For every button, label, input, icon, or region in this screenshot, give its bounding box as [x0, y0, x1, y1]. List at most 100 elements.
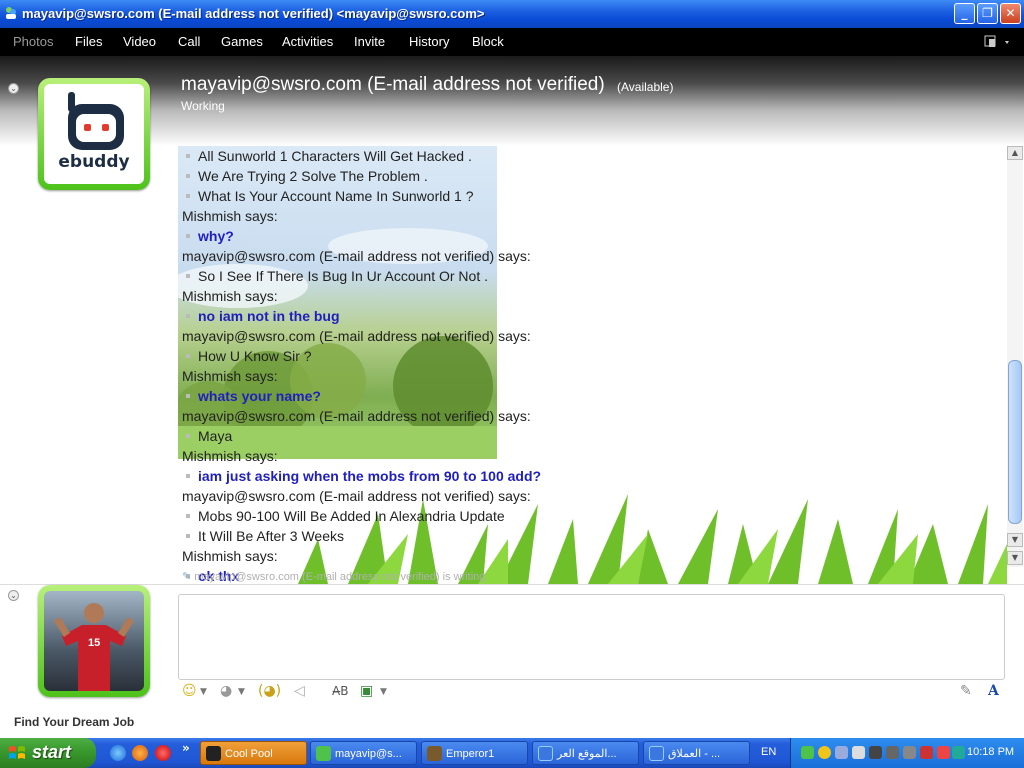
message-textarea[interactable]: [179, 595, 1004, 679]
bullet-icon: [186, 533, 190, 538]
messenger-tray-icon[interactable]: [801, 746, 814, 759]
ie-quicklaunch-icon[interactable]: [110, 745, 126, 761]
menu-options-icon[interactable]: [984, 34, 1014, 50]
sender-line: mayavip@swsro.com (E-mail address not ve…: [182, 488, 531, 504]
sender-line: Mishmish says:: [182, 208, 278, 224]
task-label: mayavip@s...: [335, 748, 402, 760]
menu-photos[interactable]: Photos: [13, 34, 53, 49]
start-button[interactable]: start: [0, 738, 96, 768]
scroll-up-arrow-icon[interactable]: ▲: [1007, 146, 1023, 160]
network-tray-icon[interactable]: [835, 746, 848, 759]
message-text: no iam not in the bug: [198, 308, 340, 324]
monitor-tray-icon[interactable]: [952, 746, 965, 759]
ad-link[interactable]: Find Your Dream Job: [14, 715, 134, 729]
sender-line: mayavip@swsro.com (E-mail address not ve…: [182, 248, 531, 264]
utility-tray-icon[interactable]: [903, 746, 916, 759]
quicklaunch-chevron-icon[interactable]: »: [182, 741, 190, 755]
voice-clip-icon[interactable]: ◁: [294, 683, 305, 699]
bullet-icon: [186, 433, 190, 438]
ie-task-icon: [538, 746, 553, 761]
pane-divider[interactable]: [0, 584, 1024, 585]
task-cool-pool[interactable]: Cool Pool: [200, 741, 307, 765]
handwriting-icon[interactable]: ✎: [960, 683, 972, 699]
scroll-split-arrow-icon[interactable]: ▼: [1007, 551, 1023, 565]
sender-line: Mishmish says:: [182, 288, 278, 304]
emoticon-icon[interactable]: ☺: [182, 683, 197, 699]
menu-history[interactable]: History: [409, 34, 449, 49]
message-line: What Is Your Account Name In Sunworld 1 …: [182, 186, 1002, 206]
collapse-contact-icon[interactable]: ⌄: [8, 83, 19, 94]
scrollbar-thumb[interactable]: [1008, 360, 1022, 524]
pencil-icon: ✎: [182, 571, 195, 583]
font-icon[interactable]: A̶B: [332, 684, 348, 698]
contact-header: [0, 56, 1024, 146]
opera-quicklaunch-icon[interactable]: [155, 745, 171, 761]
message-text: What Is Your Account Name In Sunworld 1 …: [198, 188, 474, 204]
task-label: العملاق - ...: [668, 748, 721, 760]
task-browser-1[interactable]: الموقع العر...: [532, 741, 639, 765]
bullet-icon: [186, 353, 190, 358]
conversation-pane[interactable]: All Sunworld 1 Characters Will Get Hacke…: [178, 146, 1007, 584]
bullet-icon: [186, 153, 190, 158]
language-indicator[interactable]: EN: [761, 746, 776, 758]
menu-bar: Photos Files Video Call Games Activities…: [0, 28, 1024, 56]
clock: 10:18 PM: [967, 746, 1015, 758]
text-style-icon[interactable]: A: [988, 683, 999, 699]
bullet-icon: [186, 473, 190, 478]
message-text: iam just asking when the mobs from 90 to…: [198, 468, 542, 484]
menu-games[interactable]: Games: [221, 34, 263, 49]
task-emperor1[interactable]: Emperor1: [421, 741, 528, 765]
eject-tray-icon[interactable]: [869, 746, 882, 759]
scroll-down-arrow-icon[interactable]: ▼: [1007, 533, 1023, 547]
message-list: All Sunworld 1 Characters Will Get Hacke…: [182, 146, 1002, 584]
emoticon-dropdown-icon[interactable]: ▼: [200, 687, 207, 697]
connection-tray-icon[interactable]: [852, 746, 865, 759]
typing-indicator: ✎ mayavip@swsro.com (E-mail address not …: [182, 570, 485, 583]
conversation-scrollbar[interactable]: ▲ ▼ ▼: [1007, 146, 1023, 567]
close-button[interactable]: ✕: [1000, 3, 1021, 24]
background-dropdown-icon[interactable]: ▼: [380, 687, 387, 697]
message-text: whats your name?: [198, 388, 321, 404]
message-text: All Sunworld 1 Characters Will Get Hacke…: [198, 148, 472, 164]
collapse-own-avatar-icon[interactable]: ⌄: [8, 590, 19, 601]
smiley-tray-icon[interactable]: [818, 746, 831, 759]
task-label: Emperor1: [446, 748, 495, 760]
message-line: It Will Be After 3 Weeks: [182, 526, 1002, 546]
wink-dropdown-icon[interactable]: ▼: [238, 687, 245, 697]
task-label: الموقع العر...: [557, 748, 617, 760]
player-number: 15: [88, 637, 101, 649]
sender-line: Mishmish says:: [182, 448, 278, 464]
firefox-quicklaunch-icon[interactable]: [132, 745, 148, 761]
safe-remove-tray-icon[interactable]: [886, 746, 899, 759]
menu-video[interactable]: Video: [123, 34, 156, 49]
title-bar[interactable]: mayavip@swsro.com (E-mail address not ve…: [0, 0, 1024, 28]
menu-call[interactable]: Call: [178, 34, 200, 49]
sender-line: Mishmish says:: [182, 548, 278, 564]
menu-activities[interactable]: Activities: [282, 34, 333, 49]
windows-flag-icon: [9, 746, 25, 759]
wink-icon[interactable]: ◕: [220, 683, 232, 699]
menu-files[interactable]: Files: [75, 34, 102, 49]
task-browser-2[interactable]: العملاق - ...: [643, 741, 750, 765]
menu-invite[interactable]: Invite: [354, 34, 385, 49]
menu-block[interactable]: Block: [472, 34, 504, 49]
message-text: Mobs 90-100 Will Be Added In Alexandria …: [198, 508, 505, 524]
message-text: We Are Trying 2 Solve The Problem .: [198, 168, 428, 184]
message-line: So I See If There Is Bug In Ur Account O…: [182, 266, 1002, 286]
task-messenger[interactable]: mayavip@s...: [310, 741, 417, 765]
nudge-icon[interactable]: (◕): [258, 683, 281, 699]
bullet-icon: [186, 233, 190, 238]
maximize-button[interactable]: ❐: [977, 3, 998, 24]
minimize-button[interactable]: _: [954, 3, 975, 24]
background-icon[interactable]: ▣: [360, 683, 373, 699]
messenger-icon: [6, 7, 16, 19]
message-text: why?: [198, 228, 234, 244]
message-line: why?: [182, 226, 1002, 246]
message-input[interactable]: [178, 594, 1005, 680]
contact-avatar[interactable]: ebuddy: [38, 78, 150, 190]
volume-tray-icon[interactable]: [920, 746, 933, 759]
start-label: start: [32, 742, 72, 762]
own-avatar[interactable]: 15: [38, 585, 150, 697]
message-line: How U Know Sir ?: [182, 346, 1002, 366]
antivirus-tray-icon[interactable]: [937, 746, 950, 759]
